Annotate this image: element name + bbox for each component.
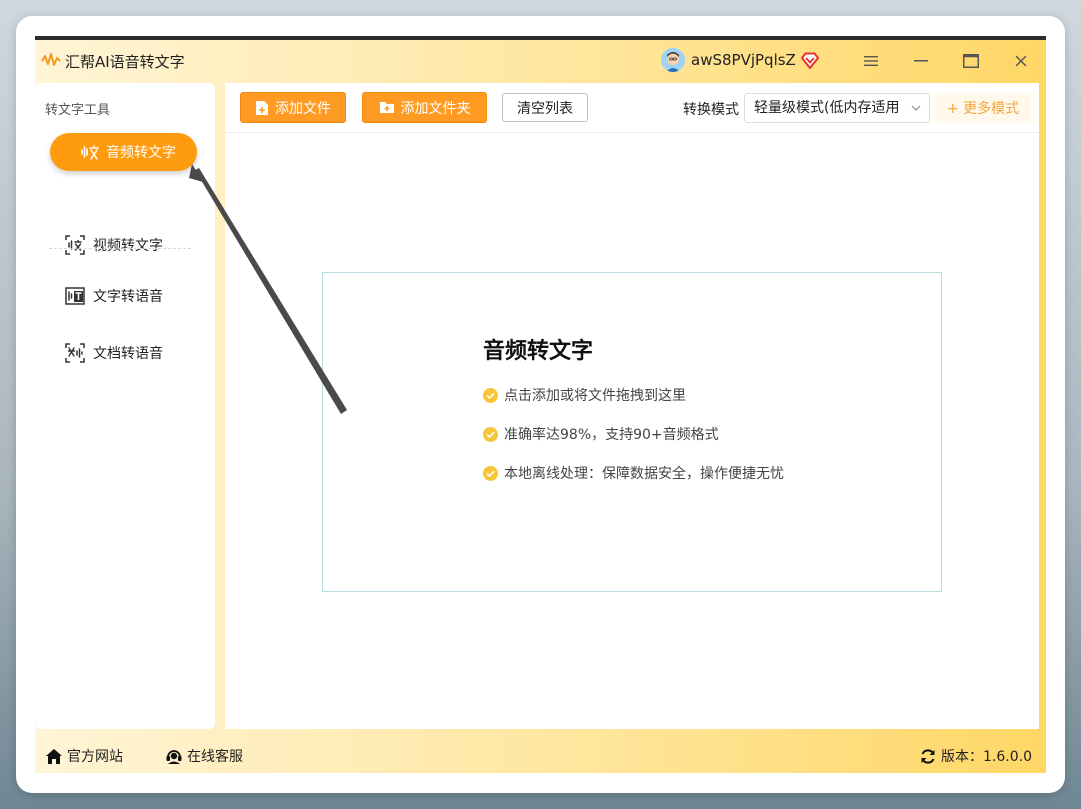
version-info[interactable]: 版本：1.6.0.0	[919, 746, 1032, 766]
check-circle-icon	[483, 387, 498, 403]
sidebar-item-label: 文档转语音	[93, 346, 163, 362]
close-button[interactable]	[1006, 48, 1036, 74]
add-folder-button[interactable]: 添加文件夹	[362, 92, 487, 123]
chevron-down-icon	[911, 105, 921, 111]
mode-select[interactable]: 轻量级模式(低内存适用	[744, 93, 930, 123]
sidebar-item-label: 文字转语音	[93, 289, 163, 305]
feature-item: 准确率达98%，支持90+音频格式	[483, 424, 719, 444]
dropzone-title: 音频转文字	[483, 339, 594, 364]
add-folder-label: 添加文件夹	[400, 100, 471, 117]
minimize-button[interactable]	[906, 48, 936, 74]
audio-text-icon	[81, 145, 99, 160]
sidebar-item-label: 视频转文字	[93, 238, 163, 254]
more-modes-button[interactable]: + 更多模式	[935, 93, 1031, 123]
support-label: 在线客服	[187, 749, 243, 765]
close-icon	[1015, 55, 1027, 67]
menu-button[interactable]	[856, 48, 886, 74]
app-logo-icon	[41, 53, 61, 66]
mode-label: 转换模式	[683, 102, 739, 118]
maximize-icon	[963, 54, 979, 68]
document-speech-icon	[65, 343, 85, 363]
add-file-label: 添加文件	[275, 100, 331, 117]
sidebar-item-label: 音频转文字	[106, 145, 176, 161]
app-window: 汇帮AI语音转文字 awS8PVjPqlsZ 转文字工具 音频转文字 视频转文字…	[35, 36, 1046, 773]
feature-text: 本地离线处理：保障数据安全，操作便捷无忧	[504, 466, 784, 482]
sidebar-item-audio-to-text[interactable]: 音频转文字	[50, 133, 197, 171]
check-circle-icon	[483, 426, 498, 442]
feature-item: 本地离线处理：保障数据安全，操作便捷无忧	[483, 463, 784, 483]
toolbar: 添加文件 添加文件夹 清空列表 转换模式 轻量级模式(低内存适用 + 更多模式	[225, 83, 1039, 133]
clear-list-button[interactable]: 清空列表	[502, 93, 588, 122]
menu-icon	[864, 56, 878, 66]
refresh-icon	[921, 748, 935, 764]
add-folder-icon	[379, 102, 394, 113]
mode-value: 轻量级模式(低内存适用	[754, 100, 900, 116]
sidebar-item-doc-to-speech[interactable]: 文档转语音	[65, 341, 163, 365]
website-label: 官方网站	[67, 749, 123, 765]
sidebar-item-video-to-text[interactable]: 视频转文字	[65, 233, 163, 257]
headset-icon	[166, 749, 182, 764]
home-icon	[46, 748, 62, 764]
check-circle-icon	[483, 465, 498, 481]
website-link[interactable]: 官方网站	[45, 746, 123, 766]
text-to-speech-icon	[65, 287, 85, 305]
sidebar: 转文字工具 音频转文字 视频转文字 文字转语音 文档转语音	[35, 83, 215, 729]
drop-zone[interactable]: 音频转文字 点击添加或将文件拖拽到这里 准确率达98%，支持90+音频格式 本地…	[322, 272, 942, 592]
username[interactable]: awS8PVjPqlsZ	[691, 51, 796, 69]
minimize-icon	[914, 60, 928, 62]
sidebar-divider	[49, 248, 191, 249]
title-bar: 汇帮AI语音转文字 awS8PVjPqlsZ	[35, 40, 1046, 82]
feature-item: 点击添加或将文件拖拽到这里	[483, 385, 686, 405]
add-file-icon	[256, 100, 268, 115]
app-title: 汇帮AI语音转文字	[65, 53, 185, 71]
avatar[interactable]	[661, 48, 685, 72]
feature-text: 点击添加或将文件拖拽到这里	[504, 388, 686, 404]
support-link[interactable]: 在线客服	[165, 746, 243, 766]
sidebar-item-text-to-speech[interactable]: 文字转语音	[65, 284, 163, 308]
maximize-button[interactable]	[956, 48, 986, 74]
sidebar-heading: 转文字工具	[45, 103, 111, 118]
avatar-icon	[661, 48, 685, 72]
main-panel: 添加文件 添加文件夹 清空列表 转换模式 轻量级模式(低内存适用 + 更多模式 …	[225, 83, 1039, 729]
vip-diamond-icon[interactable]	[801, 52, 819, 69]
feature-text: 准确率达98%，支持90+音频格式	[504, 427, 719, 443]
version-label: 版本：1.6.0.0	[941, 749, 1032, 765]
add-file-button[interactable]: 添加文件	[240, 92, 346, 123]
video-text-icon	[65, 235, 85, 255]
footer: 官方网站 在线客服 版本：1.6.0.0	[35, 739, 1046, 773]
